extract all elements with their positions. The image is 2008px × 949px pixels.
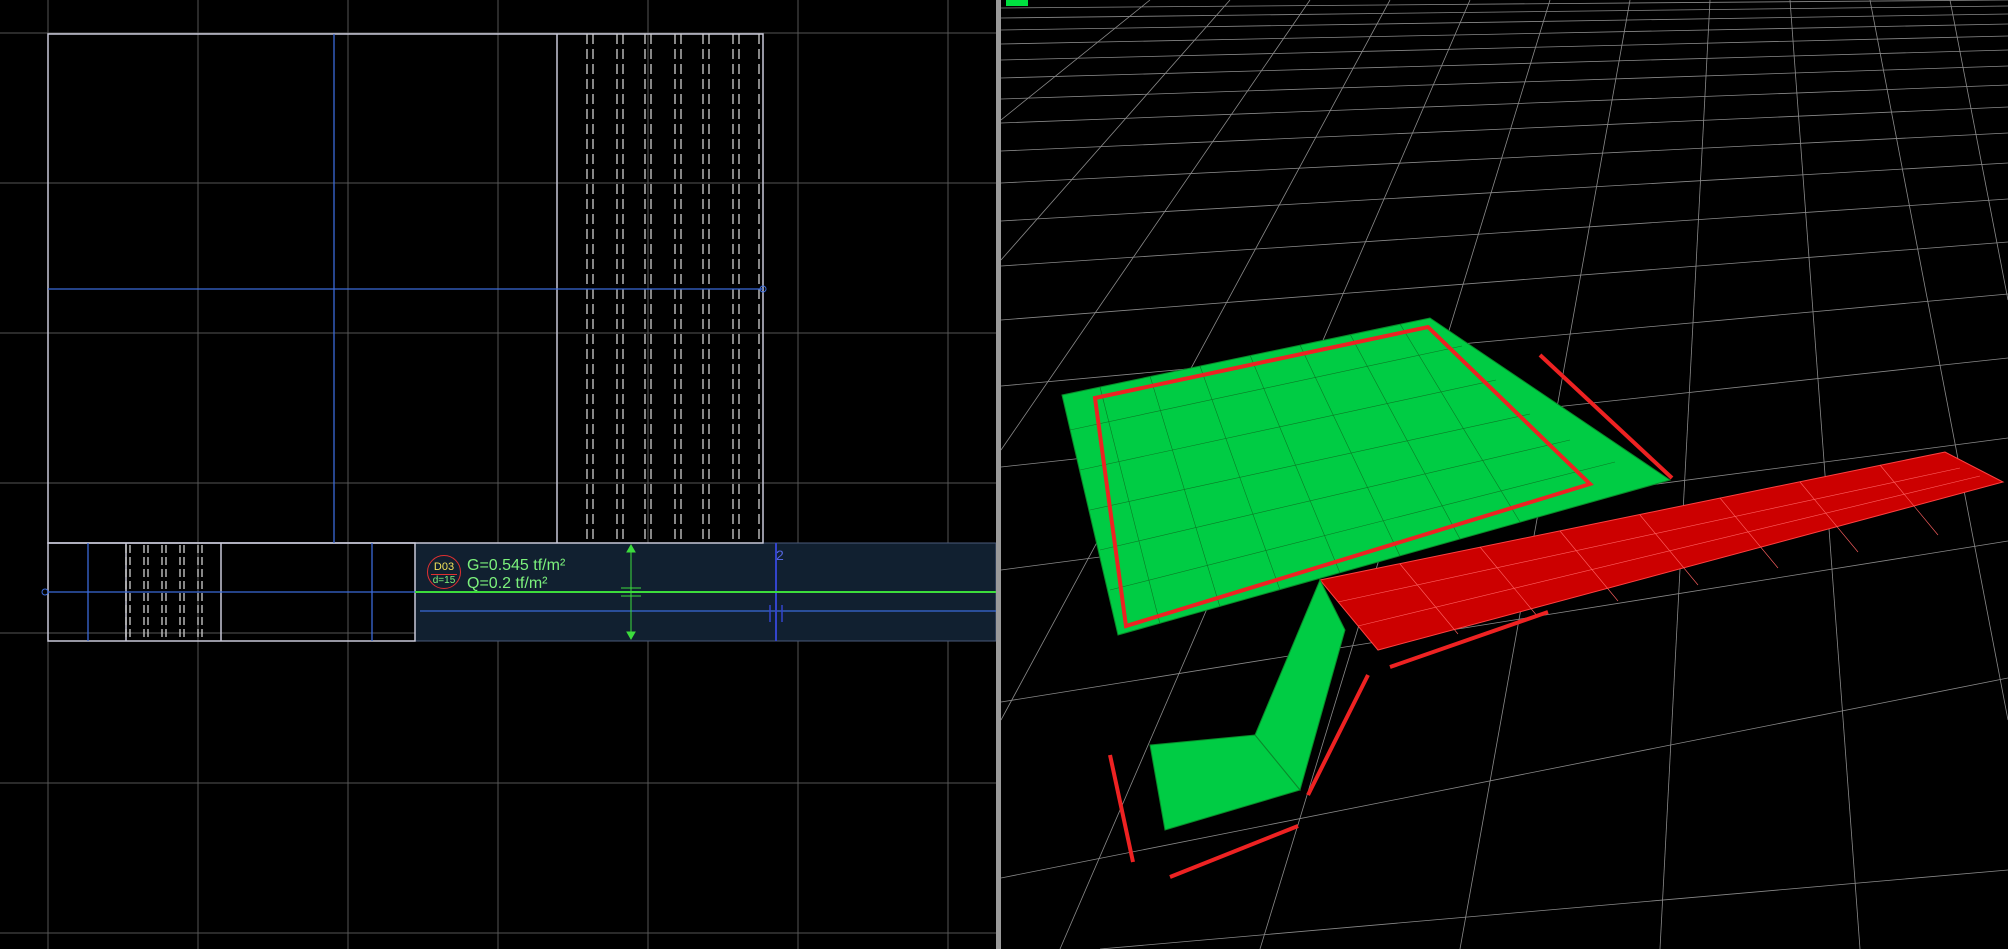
green-status-indicator (1006, 0, 1028, 6)
axis-number-label: 2 (776, 547, 784, 563)
live-load-label: Q=0.2 tf/m² (467, 575, 548, 592)
view-3d-drawing[interactable] (1001, 0, 2008, 949)
view-3d-canvas[interactable] (1001, 0, 2008, 949)
slab-id: D03 (433, 561, 455, 573)
plan-view-canvas[interactable]: D03 d=15 G=0.545 tf/m² Q=0.2 tf/m² 2 (0, 0, 996, 949)
slab-tag[interactable]: D03 d=15 (427, 555, 461, 589)
slab-thickness: d=15 (431, 574, 457, 586)
axis-end-marker (41, 588, 49, 596)
plan-grid (0, 0, 996, 949)
stair-lines-lower (125, 545, 203, 641)
plan-view-drawing[interactable] (0, 0, 996, 949)
dead-load-label: G=0.545 tf/m² (467, 557, 566, 574)
